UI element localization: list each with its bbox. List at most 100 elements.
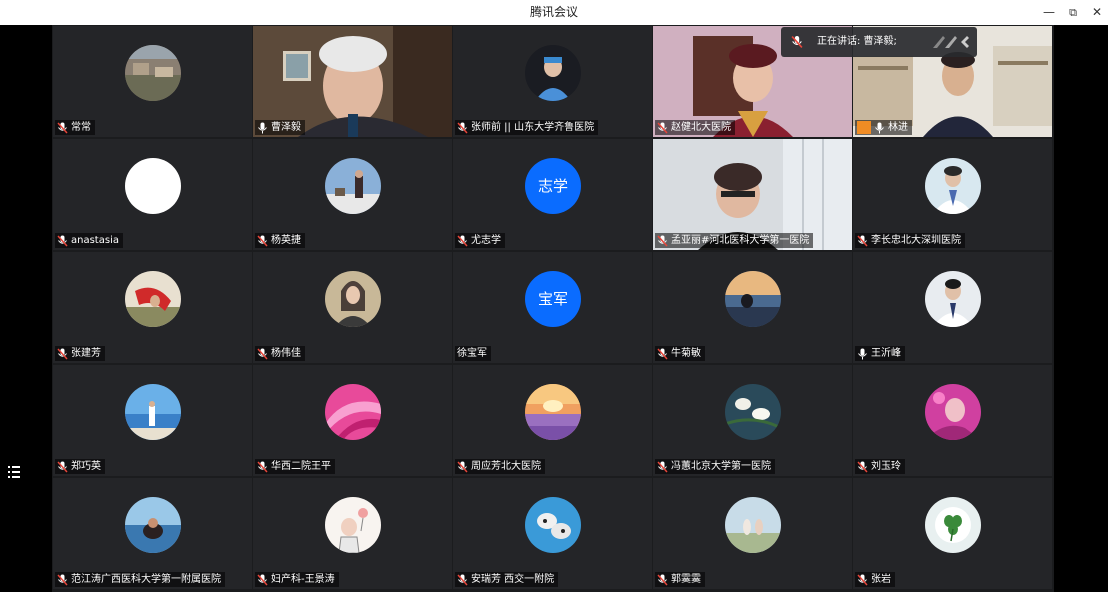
name-label: 张师前 || 山东大学齐鲁医院 xyxy=(455,120,599,135)
name-label: 林进 xyxy=(855,120,912,135)
avatar xyxy=(725,384,781,440)
avatar xyxy=(925,158,981,214)
name-label: 孟亚丽#河北医科大学第一医院 xyxy=(655,233,814,248)
participant-tile[interactable]: 周应芳北大医院 xyxy=(453,365,652,476)
participant-tile[interactable]: 常常 xyxy=(53,26,252,137)
muted-mic-icon xyxy=(457,460,468,473)
participant-name: 常常 xyxy=(71,122,91,133)
participant-tile[interactable]: 牛菊敏 xyxy=(653,252,852,363)
participant-tile[interactable]: 范江涛广西医科大学第一附属医院 xyxy=(53,478,252,589)
muted-mic-icon xyxy=(657,460,668,473)
participant-tile[interactable]: 郑巧英 xyxy=(53,365,252,476)
user-share-icon xyxy=(857,121,871,134)
avatar xyxy=(325,158,381,214)
name-label: 曹泽毅 xyxy=(255,120,305,135)
muted-mic-icon xyxy=(257,347,268,360)
participant-tile[interactable]: 孟亚丽#河北医科大学第一医院 xyxy=(653,139,852,250)
name-label: 徐宝军 xyxy=(455,346,491,361)
participant-name: 牛菊敏 xyxy=(671,348,701,359)
participant-tile[interactable]: 张师前 || 山东大学齐鲁医院 xyxy=(453,26,652,137)
muted-mic-icon xyxy=(657,573,668,586)
participant-name: 张师前 || 山东大学齐鲁医院 xyxy=(471,122,595,133)
title-bar: 腾讯会议 — ⧉ ✕ xyxy=(0,0,1108,25)
right-sidebar xyxy=(1054,25,1108,592)
avatar xyxy=(125,271,181,327)
participant-tile[interactable]: 刘玉玲 xyxy=(853,365,1052,476)
participant-tile[interactable]: 冯蕙北京大学第一医院 xyxy=(653,365,852,476)
avatar xyxy=(925,384,981,440)
muted-mic-icon xyxy=(857,234,868,247)
name-label: 牛菊敏 xyxy=(655,346,705,361)
left-sidebar xyxy=(0,25,52,592)
name-label: anastasia xyxy=(55,233,123,248)
name-label: 刘玉玲 xyxy=(855,459,905,474)
participant-tile[interactable]: 杨伟佳 xyxy=(253,252,452,363)
name-label: 安瑞芳 西交一附院 xyxy=(455,572,559,587)
avatar xyxy=(325,497,381,553)
participant-name: 徐宝军 xyxy=(457,348,487,359)
avatar xyxy=(725,497,781,553)
participant-name: 郭霙霙 xyxy=(671,574,701,585)
name-label: 华西二院王平 xyxy=(255,459,335,474)
participant-tile[interactable]: 张岩 xyxy=(853,478,1052,589)
close-button[interactable]: ✕ xyxy=(1085,0,1108,25)
name-label: 郭霙霙 xyxy=(655,572,705,587)
muted-mic-icon xyxy=(457,121,468,134)
avatar xyxy=(925,271,981,327)
avatar xyxy=(125,497,181,553)
name-label: 张建芳 xyxy=(55,346,105,361)
participant-name: 杨伟佳 xyxy=(271,348,301,359)
participant-tile[interactable]: 王沂峰 xyxy=(853,252,1052,363)
participant-name: 林进 xyxy=(888,122,908,133)
avatar xyxy=(325,384,381,440)
avatar xyxy=(925,497,981,553)
name-label: 冯蕙北京大学第一医院 xyxy=(655,459,775,474)
participant-list-icon[interactable] xyxy=(8,465,20,479)
muted-mic-icon xyxy=(857,573,868,586)
collapse-arrows-icon[interactable] xyxy=(931,34,971,50)
participant-name: 华西二院王平 xyxy=(271,461,331,472)
participant-tile[interactable]: 志学 尤志学 xyxy=(453,139,652,250)
name-label: 妇产科-王景涛 xyxy=(255,572,339,587)
name-label: 李长忠北大深圳医院 xyxy=(855,233,965,248)
name-label: 范江涛广西医科大学第一附属医院 xyxy=(55,572,225,587)
muted-mic-icon xyxy=(257,573,268,586)
mic-on-icon xyxy=(258,122,267,133)
mic-on-icon xyxy=(858,348,867,359)
participant-tile[interactable]: 李长忠北大深圳医院 xyxy=(853,139,1052,250)
avatar: 志学 xyxy=(525,158,581,214)
muted-mic-icon xyxy=(57,234,68,247)
restore-button[interactable]: ⧉ xyxy=(1061,0,1085,25)
avatar xyxy=(125,158,181,214)
muted-mic-icon xyxy=(657,347,668,360)
participant-tile[interactable]: 张建芳 xyxy=(53,252,252,363)
participant-name: 张岩 xyxy=(871,574,891,585)
participant-name: 冯蕙北京大学第一医院 xyxy=(671,461,771,472)
video-grid: 常常 曹泽毅 张师前 || 山东大学齐鲁医院 赵健北大医院 林进 anastas… xyxy=(53,26,1053,592)
avatar xyxy=(125,384,181,440)
name-label: 周应芳北大医院 xyxy=(455,459,545,474)
participant-tile[interactable]: 安瑞芳 西交一附院 xyxy=(453,478,652,589)
participant-tile[interactable]: 曹泽毅 xyxy=(253,26,452,137)
participant-name: 李长忠北大深圳医院 xyxy=(871,235,961,246)
participant-name: 妇产科-王景涛 xyxy=(271,574,335,585)
participant-tile[interactable]: 郭霙霙 xyxy=(653,478,852,589)
participant-name: 安瑞芳 西交一附院 xyxy=(471,574,555,585)
name-label: 尤志学 xyxy=(455,233,505,248)
participant-tile[interactable]: 杨英捷 xyxy=(253,139,452,250)
avatar: 宝军 xyxy=(525,271,581,327)
avatar xyxy=(525,45,581,101)
participant-tile[interactable]: anastasia xyxy=(53,139,252,250)
speaking-label: 正在讲话: 曹泽毅; xyxy=(817,36,897,47)
muted-mic-icon xyxy=(457,234,468,247)
participant-name: 周应芳北大医院 xyxy=(471,461,541,472)
participant-tile[interactable]: 华西二院王平 xyxy=(253,365,452,476)
name-label: 常常 xyxy=(55,120,95,135)
meeting-area: 常常 曹泽毅 张师前 || 山东大学齐鲁医院 赵健北大医院 林进 anastas… xyxy=(0,25,1108,592)
minimize-button[interactable]: — xyxy=(1037,0,1061,25)
participant-tile[interactable]: 妇产科-王景涛 xyxy=(253,478,452,589)
participant-name: 孟亚丽#河北医科大学第一医院 xyxy=(671,235,810,246)
muted-mic-icon xyxy=(57,573,68,586)
participant-tile[interactable]: 宝军 徐宝军 xyxy=(453,252,652,363)
name-label: 杨英捷 xyxy=(255,233,305,248)
